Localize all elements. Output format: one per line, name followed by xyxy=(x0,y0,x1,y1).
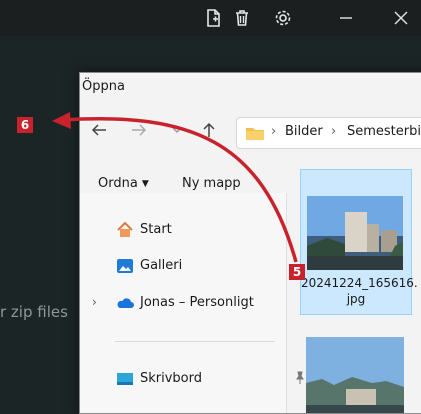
annotation-badge: 6 xyxy=(17,117,33,133)
annotation-badge: 5 xyxy=(289,264,305,280)
annotation-arrow xyxy=(52,112,298,263)
